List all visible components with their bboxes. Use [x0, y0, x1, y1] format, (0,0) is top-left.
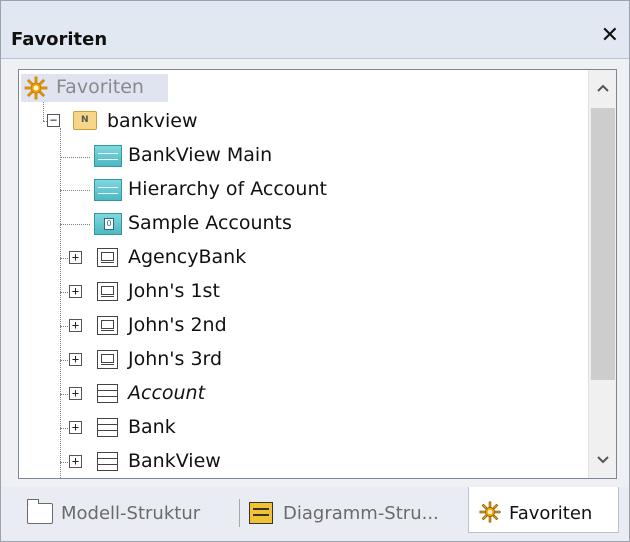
favorites-icon	[479, 501, 501, 523]
tree-item-diagram[interactable]: BankView Main	[19, 140, 584, 170]
expand-toggle[interactable]: +	[69, 353, 82, 366]
tree-item-label: AgencyBank	[128, 246, 247, 268]
tree-item-label: BankView Main	[128, 144, 273, 166]
package-folder-icon: N	[73, 111, 97, 130]
tree-item-bankview[interactable]: − N bankview	[19, 106, 584, 136]
expand-toggle[interactable]: +	[69, 251, 82, 264]
tree-item-diagram[interactable]: Hierarchy of Account	[19, 174, 584, 204]
expand-toggle[interactable]: +	[69, 387, 82, 400]
collapse-toggle[interactable]: −	[47, 114, 60, 127]
tree-item-instance[interactable]: + John's 1st	[19, 276, 584, 306]
tab-favorites[interactable]: Favoriten	[468, 487, 619, 533]
tab-label: Modell-Struktur	[61, 503, 201, 524]
expand-toggle[interactable]: +	[69, 319, 82, 332]
tab-model-structure[interactable]: Modell-Struktur	[21, 493, 239, 533]
instance-icon	[97, 248, 118, 267]
tab-divider	[239, 499, 240, 527]
class-icon	[97, 418, 118, 437]
tab-diagram-structure[interactable]: Diagramm-Stru...	[245, 493, 465, 533]
tree-item-class[interactable]: + Account	[19, 378, 584, 408]
class-icon	[97, 452, 118, 471]
tab-label: Favoriten	[509, 503, 593, 524]
tree-item-instance[interactable]: + AgencyBank	[19, 242, 584, 272]
favorites-icon	[24, 76, 48, 100]
class-icon	[97, 384, 118, 403]
diagram-structure-icon	[249, 502, 273, 524]
tree-item-instance[interactable]: + John's 2nd	[19, 310, 584, 340]
instance-icon	[97, 350, 118, 369]
vertical-scrollbar[interactable]	[588, 70, 616, 478]
expand-toggle[interactable]: +	[69, 455, 82, 468]
tree-item-label: Bank	[128, 416, 176, 438]
expand-toggle[interactable]: +	[69, 285, 82, 298]
object-diagram-icon: 0	[94, 213, 122, 235]
tree-item-label: Sample Accounts	[128, 212, 292, 234]
tree-item-object-diagram[interactable]: 0 Sample Accounts	[19, 208, 584, 238]
tree-item-instance[interactable]: + John's 3rd	[19, 344, 584, 374]
instance-icon	[97, 282, 118, 301]
favorites-tree-frame: Favoriten − N bankview BankView Main Hie…	[18, 69, 617, 479]
folder-icon	[27, 499, 53, 524]
tree-item-label: bankview	[107, 110, 198, 132]
tree-item-label: Favoriten	[56, 76, 144, 98]
tab-label: Diagramm-Stru...	[283, 503, 439, 524]
scroll-down-button[interactable]	[589, 442, 616, 478]
tree-item-label: Hierarchy of Account	[128, 178, 327, 200]
scroll-up-button[interactable]	[589, 70, 616, 106]
favorites-tree: Favoriten − N bankview BankView Main Hie…	[19, 70, 589, 478]
tree-item-label: John's 2nd	[128, 314, 227, 336]
chevron-up-icon	[597, 84, 609, 92]
favorites-panel: Favoriten ✕ Favoriten − N bankview BankV…	[0, 0, 630, 542]
tree-item-label: Account	[128, 382, 206, 404]
tree-item-class[interactable]: + BankView	[19, 446, 584, 476]
tree-item-class[interactable]: + Bank	[19, 412, 584, 442]
chevron-down-icon	[597, 456, 609, 464]
class-diagram-icon	[94, 179, 122, 201]
close-icon[interactable]: ✕	[601, 25, 619, 47]
panel-titlebar: Favoriten ✕	[1, 1, 629, 59]
tree-item-favorites-root[interactable]: Favoriten	[19, 72, 584, 102]
panel-tab-bar: Modell-Struktur Diagramm-Stru... Favorit…	[1, 487, 629, 541]
expand-toggle[interactable]: +	[69, 421, 82, 434]
scrollbar-thumb[interactable]	[591, 108, 615, 380]
instance-icon	[97, 316, 118, 335]
class-diagram-icon	[94, 145, 122, 167]
tree-item-label: BankView	[128, 450, 221, 472]
tree-item-label: John's 1st	[128, 280, 220, 302]
panel-title: Favoriten	[11, 29, 108, 50]
tree-item-label: John's 3rd	[128, 348, 223, 370]
